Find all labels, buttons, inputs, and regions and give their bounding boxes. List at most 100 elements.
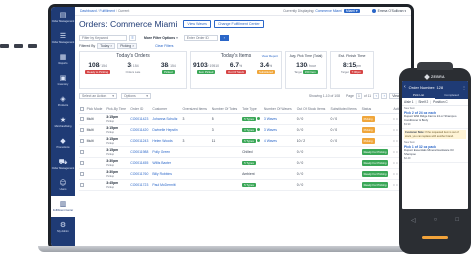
filter-icon[interactable]: ≡ xyxy=(129,34,136,41)
more-options-icon[interactable]: ⋮ xyxy=(462,85,466,90)
column-header[interactable]: Pick-By Time xyxy=(105,102,130,114)
view-report-link[interactable]: View Report xyxy=(262,52,278,61)
search-button[interactable]: › xyxy=(219,34,229,41)
order-id-cell[interactable]: CO0011420 xyxy=(129,124,152,136)
row-checkbox-cell[interactable] xyxy=(79,179,86,191)
view-waves-button[interactable]: View Waves xyxy=(183,20,211,28)
column-header[interactable]: Status xyxy=(360,102,393,114)
nav-home-icon[interactable]: ○ xyxy=(434,217,438,223)
row-checkbox-cell[interactable] xyxy=(79,135,86,147)
order-id-link[interactable]: CO0011423 xyxy=(130,117,148,121)
tab-pick-list[interactable]: Pick List xyxy=(402,93,435,99)
column-header[interactable]: Customer xyxy=(151,102,182,114)
customer-link[interactable]: Dwinelle Hepstin xyxy=(152,128,177,132)
sidebar-item[interactable]: ★ Merchandising xyxy=(51,112,75,133)
order-id-link[interactable]: CO0011243 xyxy=(130,139,148,143)
order-id-cell[interactable]: CO0011723 xyxy=(129,179,152,191)
order-id-link[interactable]: CO0011760 xyxy=(130,172,148,176)
column-header[interactable]: Substituted Items xyxy=(329,102,361,114)
column-header[interactable]: Pick Mode xyxy=(85,102,106,114)
sidebar-item[interactable]: ⛟ Order Management xyxy=(51,154,75,175)
order-id-input[interactable]: Enter Order ID xyxy=(183,34,218,41)
nav-recent-icon[interactable]: □ xyxy=(455,217,459,223)
column-header[interactable]: Oversized Items xyxy=(181,102,211,114)
customer-link[interactable]: Polly Green xyxy=(152,150,170,154)
sidebar-item[interactable]: ☺ Users xyxy=(51,175,75,196)
row-checkbox[interactable] xyxy=(80,116,84,121)
customer-link[interactable]: Paul McDermitt xyxy=(152,183,175,187)
chevron-right-icon[interactable]: › xyxy=(381,92,388,99)
sidebar-item[interactable]: ◈ Products xyxy=(51,91,75,112)
page-input[interactable]: 1 xyxy=(355,92,362,99)
table-row[interactable]: 3:30pm Pickup CO0011760 Billy Robbins Ambien… xyxy=(79,168,407,180)
sidebar-item[interactable]: ◆ Promotions xyxy=(51,133,75,154)
keyword-filter-input[interactable]: Filter by Keyword xyxy=(79,34,127,41)
waves-link[interactable]: 3 Waves xyxy=(264,128,277,132)
order-id-cell[interactable]: CO0011243 xyxy=(129,135,152,147)
order-id-cell[interactable]: CO0011988 xyxy=(129,146,152,158)
order-id-cell[interactable]: CO0011760 xyxy=(129,168,152,180)
column-header[interactable]: Tote Type xyxy=(241,102,263,114)
order-id-link[interactable]: CO0011988 xyxy=(130,150,148,154)
order-id-link[interactable]: CO0011723 xyxy=(130,183,148,187)
tab-completed[interactable]: Completed xyxy=(435,93,468,99)
clear-filters-link[interactable]: Clear Filters xyxy=(155,44,173,48)
close-icon[interactable]: × xyxy=(132,44,134,48)
sidebar-item[interactable]: ▦ Reports xyxy=(51,49,75,70)
order-id-cell[interactable]: CO0011455 xyxy=(129,157,152,169)
facility-selector[interactable]: Miami ▾ xyxy=(343,9,360,13)
chevron-left-icon[interactable]: ‹ xyxy=(373,92,380,99)
column-header[interactable]: Out Of Stock Items xyxy=(295,102,330,114)
customer-cell[interactable]: Dwinelle Hepstin xyxy=(151,124,182,136)
options-dropdown[interactable]: Options ▾ xyxy=(121,92,151,99)
sidebar-item[interactable]: ☰ Order Management xyxy=(51,28,75,49)
select-all-checkbox[interactable] xyxy=(80,107,84,112)
table-row[interactable]: Multi 3:15pm Pickup CO0011423 Johanna Schult… xyxy=(79,113,407,125)
table-row[interactable]: Multi 3:15pm Pickup CO0011243 Helen Woods 3 11… xyxy=(79,135,407,147)
breadcrumb-dashboard[interactable]: Dashboard xyxy=(80,9,97,13)
customer-cell[interactable]: Billy Robbins xyxy=(151,168,182,180)
select-action-dropdown[interactable]: Select an Action ▾ xyxy=(79,92,117,99)
waves-cell[interactable] xyxy=(262,146,296,158)
order-id-link[interactable]: CO0011420 xyxy=(130,128,148,132)
table-row[interactable]: 3:45pm Pickup CO0011723 Paul McDermitt 5 Typ… xyxy=(79,179,407,191)
customer-cell[interactable]: Helen Woods xyxy=(151,135,182,147)
customer-cell[interactable]: Paul McDermitt xyxy=(151,179,182,191)
waves-cell[interactable] xyxy=(262,179,296,191)
customer-cell[interactable]: Johanna Schultz xyxy=(151,113,182,125)
customer-cell[interactable]: Polly Green xyxy=(151,146,182,158)
pick-item-card[interactable]: New Item Pick 1 of 32 oz pack Dupont Ess… xyxy=(402,140,468,164)
customer-link[interactable]: Helen Woods xyxy=(152,139,172,143)
row-checkbox-cell[interactable] xyxy=(79,124,86,136)
row-checkbox-cell[interactable] xyxy=(79,157,86,169)
column-header[interactable]: Order ID xyxy=(129,102,152,114)
filter-chip-picking[interactable]: Picking × xyxy=(117,42,138,49)
column-header[interactable]: Number Of Waves xyxy=(262,102,296,114)
filter-chip-today[interactable]: Today × xyxy=(97,42,116,49)
pick-item-card[interactable]: New Item Pick 2 of 24 oz each Dupont Wil… xyxy=(402,106,468,130)
column-header[interactable]: Number Of Totes xyxy=(210,102,242,114)
customer-cell[interactable]: Willis Baxter xyxy=(151,157,182,169)
row-checkbox[interactable] xyxy=(80,182,84,187)
customer-link[interactable]: Willis Baxter xyxy=(152,161,171,165)
row-checkbox[interactable] xyxy=(80,171,84,176)
change-fulfillment-center-button[interactable]: Change Fulfillment Center xyxy=(213,20,264,28)
waves-cell[interactable]: 3 Waves xyxy=(262,113,296,125)
table-row[interactable]: 3:15pm Pickup CO0011988 Polly Green Chilled 0… xyxy=(79,146,407,158)
sidebar-item[interactable]: ▤ Order Management xyxy=(51,7,75,28)
order-id-cell[interactable]: CO0011423 xyxy=(129,113,152,125)
sidebar-item[interactable]: ▥ Fulfillment Center xyxy=(51,196,75,217)
waves-link[interactable]: 4 Waves xyxy=(264,139,277,143)
row-checkbox-cell[interactable] xyxy=(79,168,86,180)
table-row[interactable]: 3:30pm Pickup CO0011455 Willis Baxter 5 Type… xyxy=(79,157,407,169)
row-checkbox[interactable] xyxy=(80,138,84,143)
waves-cell[interactable]: 3 Waves xyxy=(262,124,296,136)
user-menu[interactable]: Emma O'Sullivan ▾ xyxy=(371,9,406,13)
row-checkbox-cell[interactable] xyxy=(79,146,86,158)
back-arrow-icon[interactable]: ‹ xyxy=(404,84,406,90)
sidebar-item[interactable]: ▣ Inventory xyxy=(51,70,75,91)
sidebar-item[interactable]: ⚙ My Admin xyxy=(51,217,75,238)
close-icon[interactable]: × xyxy=(110,44,112,48)
waves-cell[interactable] xyxy=(262,168,296,180)
more-filter-options-toggle[interactable]: More Filter Options xyxy=(144,36,175,40)
